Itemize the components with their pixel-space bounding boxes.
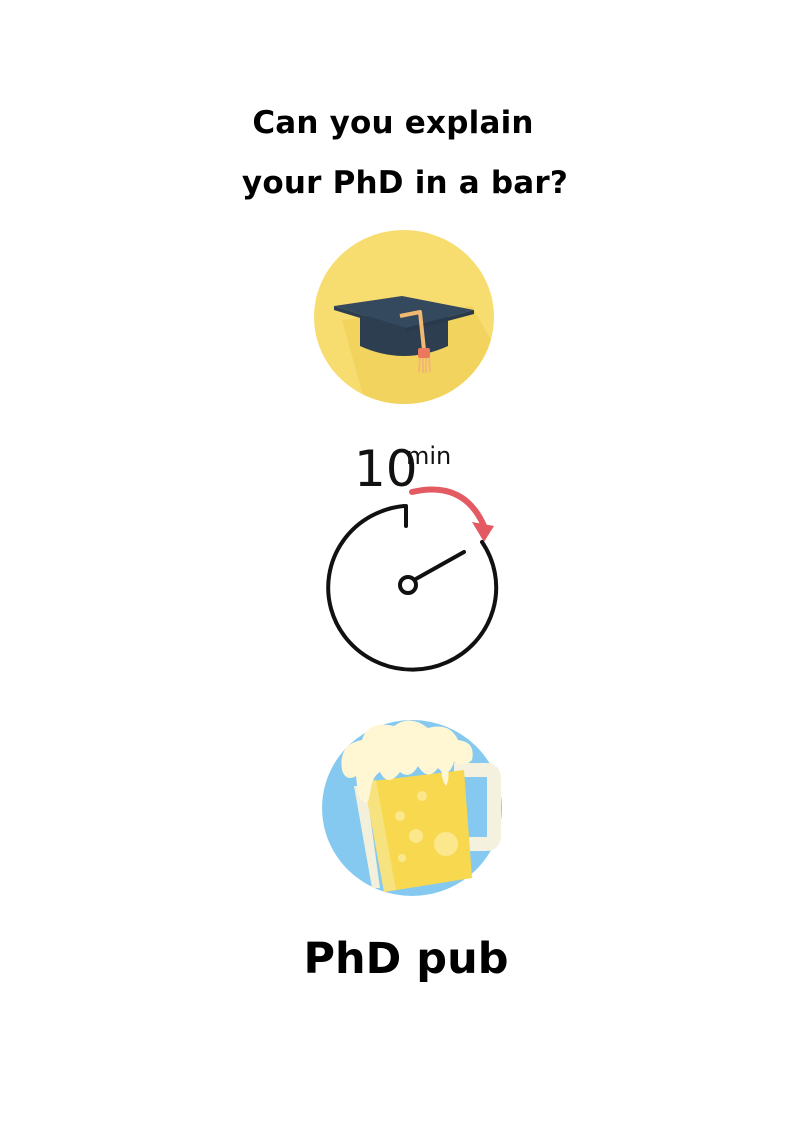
headline-line-2: your PhD in a bar? <box>241 165 569 201</box>
graduation-cap-icon <box>312 228 496 406</box>
headline-line-1: Can you explain <box>252 105 534 141</box>
event-title: PhD pub <box>303 934 509 984</box>
beer-mug-icon <box>318 712 504 898</box>
stopwatch-icon: 10 min <box>314 430 500 676</box>
timer-unit: min <box>406 442 451 470</box>
